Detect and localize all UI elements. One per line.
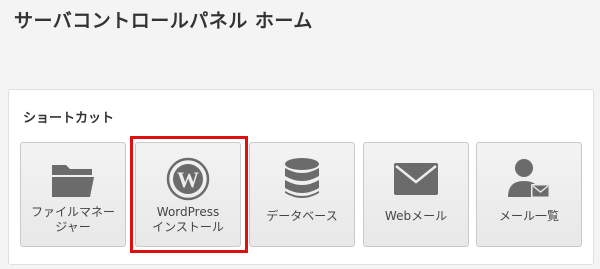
shortcut-wordpress-install[interactable]: W WordPress インストール [135, 142, 241, 247]
svg-text:W: W [177, 167, 199, 192]
folder-icon [50, 157, 96, 201]
envelope-icon [393, 157, 439, 201]
shortcut-mail-list[interactable]: メール一覧 [476, 142, 582, 247]
shortcut-label: Webメール [384, 209, 448, 223]
page-title: サーバコントロールパネル ホーム [14, 10, 313, 32]
shortcut-label: メール一覧 [498, 209, 559, 223]
user-mail-icon [506, 157, 552, 201]
wordpress-icon: W [165, 157, 211, 201]
shortcut-webmail[interactable]: Webメール [363, 142, 469, 247]
shortcut-label: WordPress インストール [152, 205, 224, 234]
shortcuts-panel: ショートカット ファイルマネー ジャー W WordPress インストール デ… [8, 89, 594, 265]
shortcuts-title: ショートカット [23, 111, 115, 126]
shortcut-database[interactable]: データベース [249, 142, 355, 247]
shortcut-label: データベース [266, 209, 338, 223]
shortcut-file-manager[interactable]: ファイルマネー ジャー [20, 142, 126, 247]
database-icon [279, 157, 325, 201]
shortcut-label: ファイルマネー ジャー [30, 205, 115, 234]
